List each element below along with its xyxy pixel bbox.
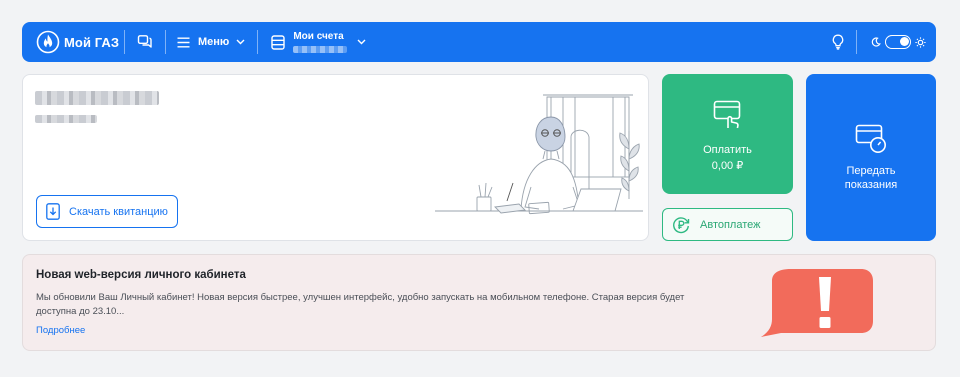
hamburger-icon [177,37,190,47]
account-holder-redacted [35,91,159,105]
tips-button[interactable] [820,22,856,62]
card-tap-icon [713,100,740,129]
gas-flame-icon [36,30,60,54]
download-receipt-label: Скачать квитанцию [69,205,168,218]
account-address-redacted [35,115,97,123]
chat-icon [137,35,152,48]
accounts-text: Мои счета [293,31,348,53]
woman-at-desk-illustration [435,94,643,215]
ruble-refresh-icon [673,216,690,233]
menu-button[interactable]: Меню [166,22,257,62]
notice-text: Мы обновили Ваш Личный кабинет! Новая ве… [36,292,685,317]
pay-card[interactable]: Оплатить 0,00 ₽ [662,74,793,194]
menu-label: Меню [198,36,230,48]
download-file-icon [46,203,60,220]
autopay-label: Автоплатеж [700,218,761,231]
sun-icon [915,36,926,48]
learn-more-link[interactable]: Подробнее [36,325,85,336]
chevron-down-icon [236,39,245,45]
account-number-redacted [293,46,348,53]
theme-toggle[interactable] [885,35,911,49]
submit-readings-card[interactable]: Передать показания [806,74,936,241]
top-navigation-bar: Мой ГАЗ Меню Мои счета [22,22,936,62]
new-version-notice: Новая web-версия личного кабинета Мы обн… [22,254,936,351]
chevron-down-icon [357,39,366,45]
pay-amount: 0,00 ₽ [711,160,744,172]
lightbulb-icon [832,34,844,50]
account-info-card: Скачать квитанцию [22,74,649,241]
chat-button[interactable] [125,22,165,62]
notice-title: Новая web-версия личного кабинета [36,269,246,281]
moon-icon [871,37,881,47]
database-icon [271,34,286,50]
theme-switcher [857,22,936,62]
accounts-label: Мои счета [293,31,344,42]
logo[interactable]: Мой ГАЗ [22,30,124,54]
logo-text: Мой ГАЗ [64,34,120,50]
submit-readings-label: Передать показания [844,165,898,191]
pay-label: Оплатить [703,144,752,156]
toggle-knob [900,37,909,46]
exclamation-alert-icon [761,269,873,337]
download-receipt-button[interactable]: Скачать квитанцию [36,195,178,228]
autopay-button[interactable]: Автоплатеж [662,208,793,241]
meter-gauge-icon [855,124,886,153]
accounts-selector[interactable]: Мои счета [258,22,376,62]
